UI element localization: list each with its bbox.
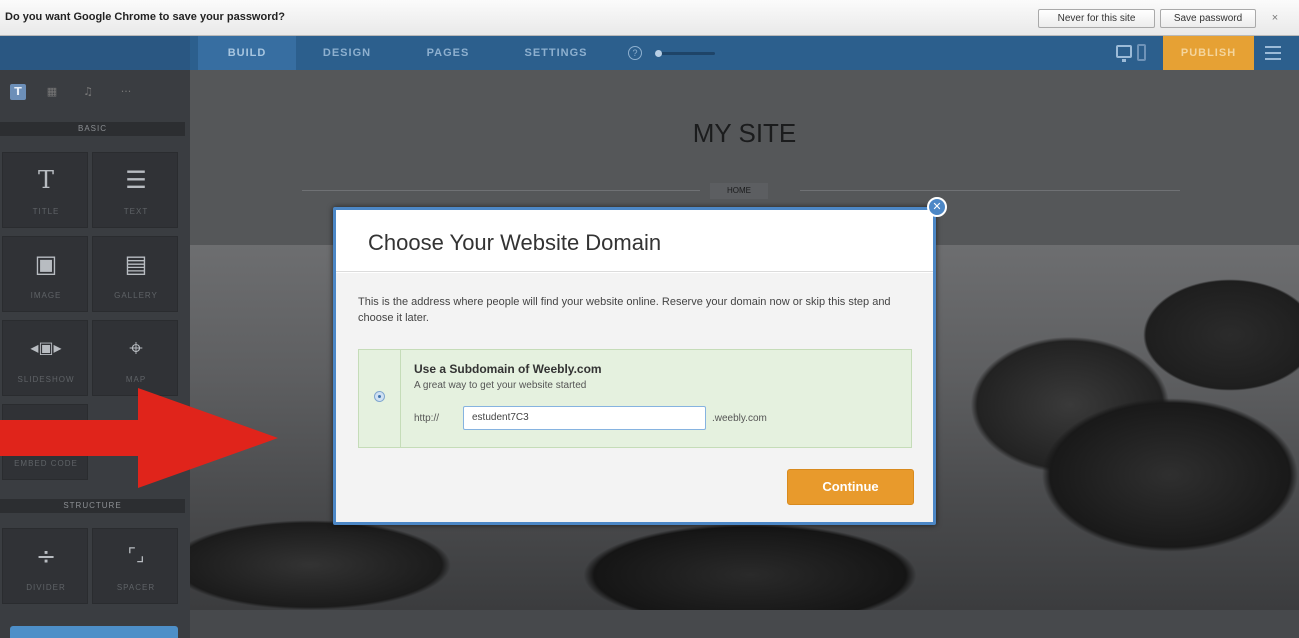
- tile-title[interactable]: T TITLE: [2, 152, 88, 228]
- weebly-editor: Do you want Google Chrome to save your p…: [0, 0, 1299, 638]
- gallery-icon: ▤: [124, 250, 148, 278]
- tile-label: GALLERY: [114, 291, 158, 300]
- tab-pages[interactable]: PAGES: [398, 36, 498, 70]
- mobile-icon[interactable]: [1137, 44, 1146, 61]
- option-title: Use a Subdomain of Weebly.com: [414, 362, 602, 376]
- tab-settings[interactable]: SETTINGS: [500, 36, 612, 70]
- choose-domain-dialog: Choose Your Website Domain This is the a…: [333, 207, 936, 525]
- title-icon: T: [37, 166, 54, 194]
- url-prefix: http://: [414, 413, 440, 424]
- text-elements-tab-icon[interactable]: T: [10, 84, 26, 100]
- editor-top-nav: BUILD DESIGN PAGES SETTINGS ? PUBLISH: [0, 36, 1299, 70]
- tile-label: TITLE: [32, 207, 60, 216]
- red-arrow-icon: [0, 388, 278, 488]
- site-title[interactable]: MY SITE: [190, 118, 1299, 149]
- nav-home-link[interactable]: HOME: [710, 183, 768, 199]
- radio-column: [359, 350, 401, 447]
- tile-label: IMAGE: [30, 291, 62, 300]
- tile-map[interactable]: ⌖ MAP: [92, 320, 178, 396]
- map-pin-icon: ⌖: [129, 334, 143, 362]
- password-prompt-text: Do you want Google Chrome to save your p…: [5, 11, 285, 23]
- tile-label: DIVIDER: [26, 583, 66, 592]
- save-password-button[interactable]: Save password: [1160, 9, 1256, 28]
- dialog-header: Choose Your Website Domain: [336, 210, 933, 272]
- divider-icon: ÷: [35, 542, 57, 570]
- tab-build[interactable]: BUILD: [198, 36, 296, 70]
- subdomain-option[interactable]: Use a Subdomain of Weebly.com A great wa…: [358, 349, 912, 448]
- subdomain-input[interactable]: estudent7C3: [463, 406, 706, 430]
- hamburger-menu-icon[interactable]: [1265, 46, 1281, 60]
- subdomain-radio[interactable]: [374, 391, 385, 402]
- slideshow-icon: ◂▣▸: [30, 338, 62, 357]
- publish-button[interactable]: PUBLISH: [1163, 36, 1254, 70]
- sidebar-bottom-button[interactable]: [10, 626, 178, 638]
- nav-divider-right: [800, 190, 1180, 191]
- dialog-close-icon[interactable]: ✕: [927, 197, 947, 217]
- chrome-password-bar: Do you want Google Chrome to save your p…: [0, 0, 1299, 36]
- nav-divider-left: [302, 190, 700, 191]
- more-elements-tab-icon[interactable]: ···: [114, 84, 138, 100]
- image-icon: ▣: [34, 250, 58, 278]
- slider-knob[interactable]: [655, 50, 662, 57]
- media-elements-tab-icon[interactable]: ♫: [80, 84, 96, 100]
- progress-slider[interactable]: [655, 50, 715, 57]
- tile-label: SPACER: [116, 583, 156, 592]
- tile-slideshow[interactable]: ◂▣▸ SLIDESHOW: [2, 320, 88, 396]
- tile-label: MAP: [125, 375, 147, 384]
- never-for-this-site-button[interactable]: Never for this site: [1038, 9, 1155, 28]
- tile-spacer[interactable]: ⌜⌟ SPACER: [92, 528, 178, 604]
- continue-button[interactable]: Continue: [787, 469, 914, 505]
- desktop-icon[interactable]: [1116, 45, 1132, 62]
- close-icon[interactable]: ×: [1268, 9, 1282, 27]
- text-icon: ☰: [125, 166, 147, 194]
- section-structure: STRUCTURE: [0, 499, 185, 513]
- spacer-icon: ⌜⌟: [127, 545, 145, 566]
- tile-text[interactable]: ☰ TEXT: [92, 152, 178, 228]
- option-subtitle: A great way to get your website started: [414, 380, 587, 391]
- dialog-description: This is the address where people will fi…: [358, 296, 891, 324]
- tile-divider[interactable]: ÷ DIVIDER: [2, 528, 88, 604]
- canvas-footer: [190, 610, 1299, 638]
- element-sidebar: T ▦ ♫ ··· BASIC T TITLE ☰ TEXT ▣ IMAGE ▤…: [0, 70, 190, 638]
- help-icon[interactable]: ?: [628, 46, 642, 60]
- dialog-title: Choose Your Website Domain: [368, 230, 662, 255]
- tile-gallery[interactable]: ▤ GALLERY: [92, 236, 178, 312]
- layout-elements-tab-icon[interactable]: ▦: [44, 84, 60, 100]
- section-basic: BASIC: [0, 122, 185, 136]
- url-suffix: .weebly.com: [712, 413, 767, 424]
- dialog-body: This is the address where people will fi…: [336, 273, 933, 522]
- tile-image[interactable]: ▣ IMAGE: [2, 236, 88, 312]
- nav-left-spacer: [0, 36, 190, 70]
- tile-label: SLIDESHOW: [17, 375, 75, 384]
- tab-design[interactable]: DESIGN: [298, 36, 396, 70]
- tile-label: TEXT: [123, 207, 149, 216]
